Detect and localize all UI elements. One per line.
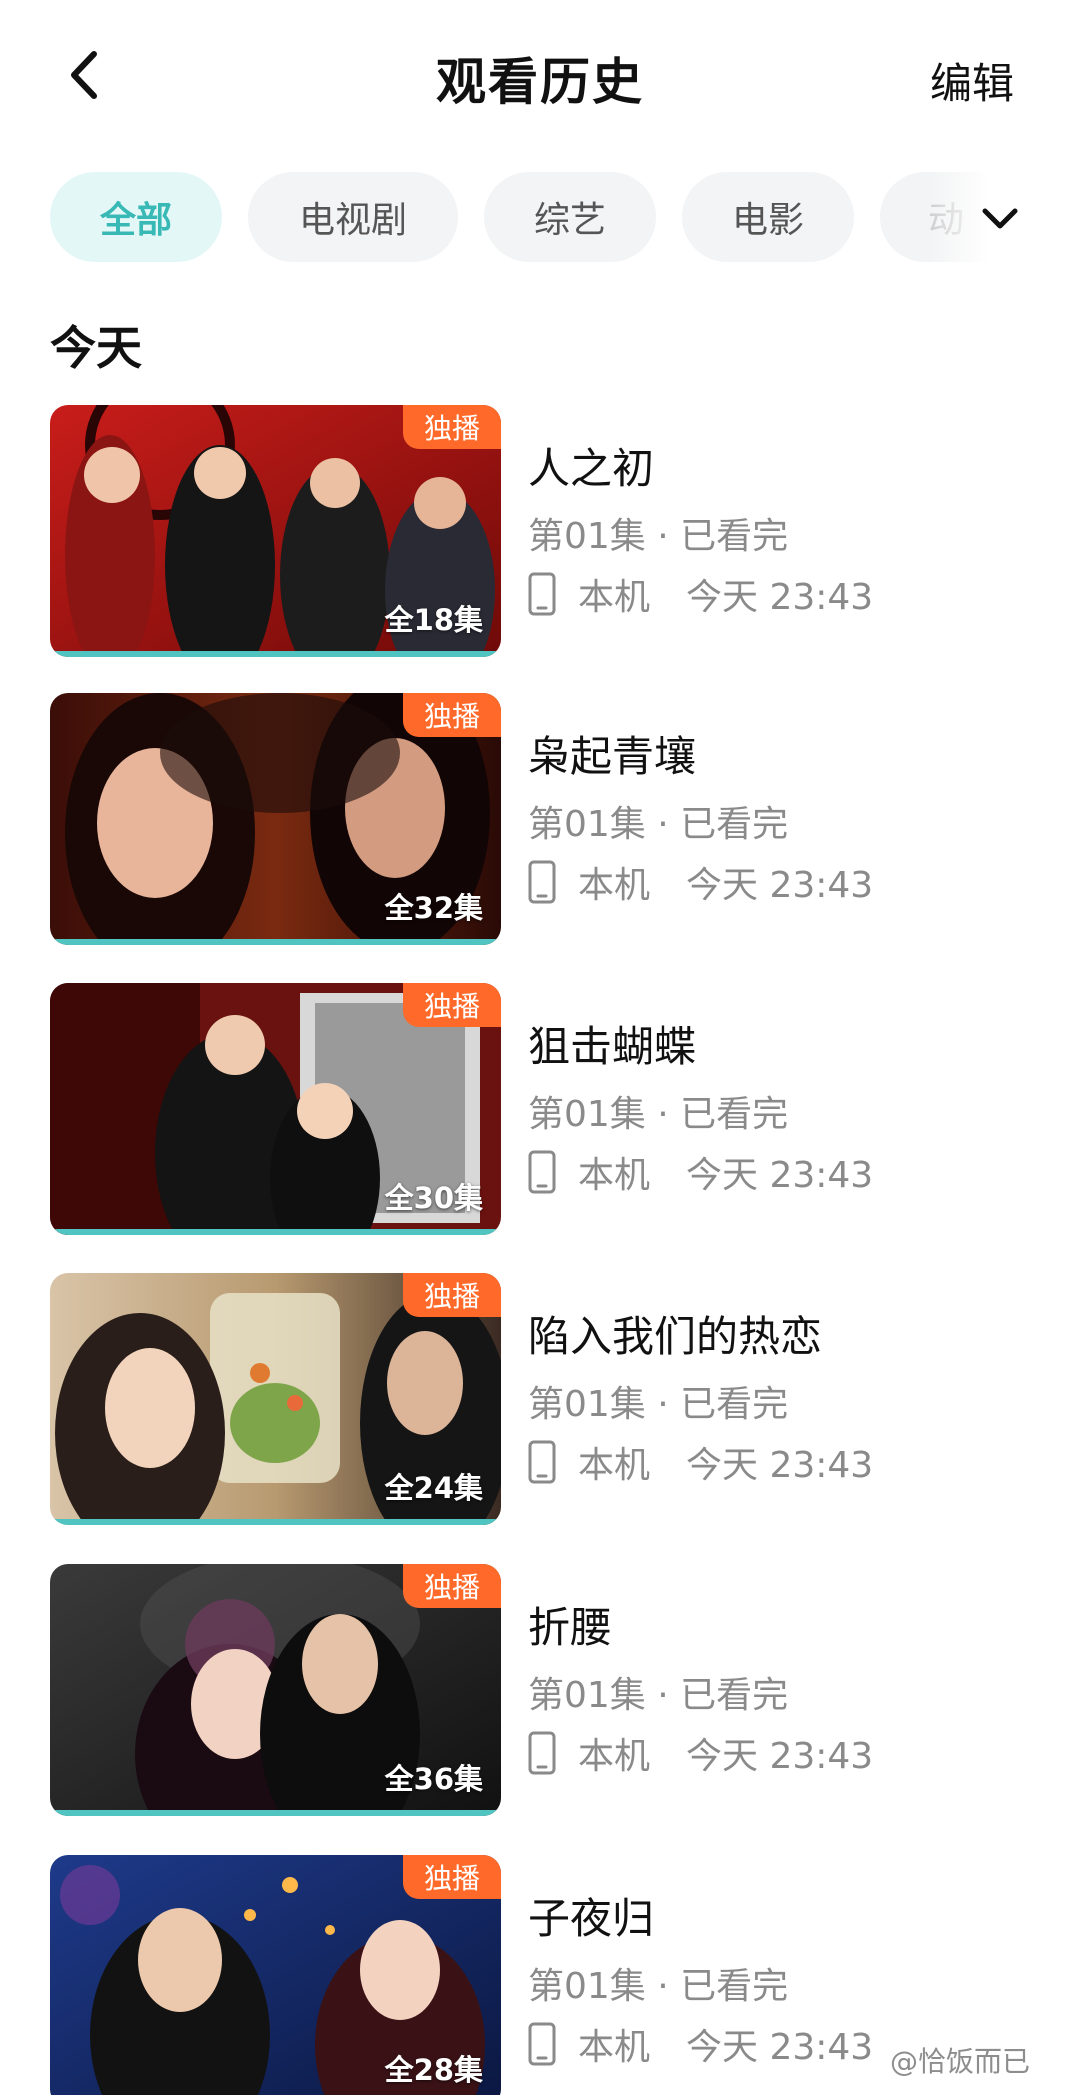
episode-count: 全18集 (384, 603, 483, 637)
item-progress-text: 第01集 · 已看完 (528, 1675, 789, 1716)
video-thumbnail[interactable]: 独播 全28集 (50, 1855, 501, 2095)
history-item[interactable]: 独播 全32集 枭起青壤 第01集 · 已看完 本机 今天 23:43 (0, 693, 1080, 949)
device-label: 本机 (578, 1736, 651, 1777)
watch-time: 今天 23:43 (686, 1445, 874, 1486)
watch-progress-bar (50, 1229, 501, 1235)
video-thumbnail[interactable]: 独播 全30集 (50, 983, 501, 1235)
watch-progress-bar (50, 651, 501, 657)
top-bar: 观看历史 编辑 (0, 0, 1080, 150)
exclusive-badge: 独播 (403, 1273, 501, 1317)
device-label: 本机 (578, 577, 651, 618)
watch-progress-bar (50, 1519, 501, 1525)
phone-icon (528, 1440, 556, 1484)
item-progress-text: 第01集 · 已看完 (528, 804, 789, 845)
history-item[interactable]: 独播 全30集 狙击蝴蝶 第01集 · 已看完 本机 今天 23:43 (0, 983, 1080, 1239)
history-item[interactable]: 独播 全36集 折腰 第01集 · 已看完 本机 今天 23:43 (0, 1564, 1080, 1820)
filter-chip-all[interactable]: 全部 (50, 172, 222, 262)
item-progress-text: 第01集 · 已看完 (528, 516, 789, 557)
exclusive-badge: 独播 (403, 693, 501, 737)
history-item[interactable]: 独播 全24集 陷入我们的热恋 第01集 · 已看完 本机 今天 23:43 (0, 1273, 1080, 1529)
watch-progress-bar (50, 939, 501, 945)
chevron-down-icon (982, 208, 1018, 229)
item-title: 人之初 (528, 444, 655, 493)
phone-icon (528, 1150, 556, 1194)
phone-icon (528, 1731, 556, 1775)
exclusive-badge: 独播 (403, 983, 501, 1027)
episode-count: 全32集 (384, 891, 483, 925)
filter-chip-tv-series[interactable]: 电视剧 (248, 172, 458, 262)
item-progress-text: 第01集 · 已看完 (528, 1966, 789, 2007)
item-title: 枭起青壤 (528, 732, 697, 781)
phone-icon (528, 572, 556, 616)
expand-filters-button[interactable] (975, 194, 1025, 244)
item-title: 狙击蝴蝶 (528, 1022, 697, 1071)
page-title: 观看历史 (436, 53, 644, 111)
edit-button[interactable]: 编辑 (930, 50, 1014, 111)
item-progress-text: 第01集 · 已看完 (528, 1094, 789, 1135)
watch-time: 今天 23:43 (686, 1155, 874, 1196)
filter-chip-variety[interactable]: 综艺 (484, 172, 656, 262)
video-thumbnail[interactable]: 独播 全24集 (50, 1273, 501, 1525)
item-title: 子夜归 (528, 1894, 655, 1943)
phone-icon (528, 860, 556, 904)
exclusive-badge: 独播 (403, 1855, 501, 1899)
filter-chip-movie[interactable]: 电影 (682, 172, 854, 262)
video-thumbnail[interactable]: 独播 全18集 (50, 405, 501, 657)
item-title: 陷入我们的热恋 (528, 1312, 823, 1361)
device-label: 本机 (578, 865, 651, 906)
watch-time: 今天 23:43 (686, 577, 874, 618)
episode-count: 全28集 (384, 2053, 483, 2087)
phone-icon (528, 2022, 556, 2066)
watch-time: 今天 23:43 (686, 2027, 874, 2068)
item-progress-text: 第01集 · 已看完 (528, 1384, 789, 1425)
device-label: 本机 (578, 1155, 651, 1196)
watch-history-page: 观看历史 编辑 全部 电视剧 综艺 电影 动 今天 (0, 0, 1080, 2095)
watch-progress-bar (50, 1810, 501, 1816)
watch-time: 今天 23:43 (686, 1736, 874, 1777)
history-item[interactable]: 独播 全18集 人之初 第01集 · 已看完 本机 今天 23:43 (0, 405, 1080, 661)
item-meta: 本机 今天 23:43 (528, 857, 873, 907)
video-thumbnail[interactable]: 独播 全36集 (50, 1564, 501, 1816)
item-meta: 本机 今天 23:43 (528, 1147, 873, 1197)
item-meta: 本机 今天 23:43 (528, 569, 873, 619)
item-meta: 本机 今天 23:43 (528, 1728, 873, 1778)
category-filter-bar: 全部 电视剧 综艺 电影 动 (0, 172, 1080, 264)
episode-count: 全30集 (384, 1181, 483, 1215)
watermark-text: @恰饭而已 (890, 2045, 1031, 2078)
item-meta: 本机 今天 23:43 (528, 2019, 873, 2069)
item-meta: 本机 今天 23:43 (528, 1437, 873, 1487)
item-title: 折腰 (528, 1603, 613, 1652)
exclusive-badge: 独播 (403, 1564, 501, 1608)
episode-count: 全36集 (384, 1762, 483, 1796)
section-title-today: 今天 (50, 321, 142, 375)
watermark: @恰饭而已 (890, 2040, 1030, 2080)
video-thumbnail[interactable]: 独播 全32集 (50, 693, 501, 945)
exclusive-badge: 独播 (403, 405, 501, 449)
device-label: 本机 (578, 2027, 651, 2068)
episode-count: 全24集 (384, 1471, 483, 1505)
device-label: 本机 (578, 1445, 651, 1486)
watch-time: 今天 23:43 (686, 865, 874, 906)
